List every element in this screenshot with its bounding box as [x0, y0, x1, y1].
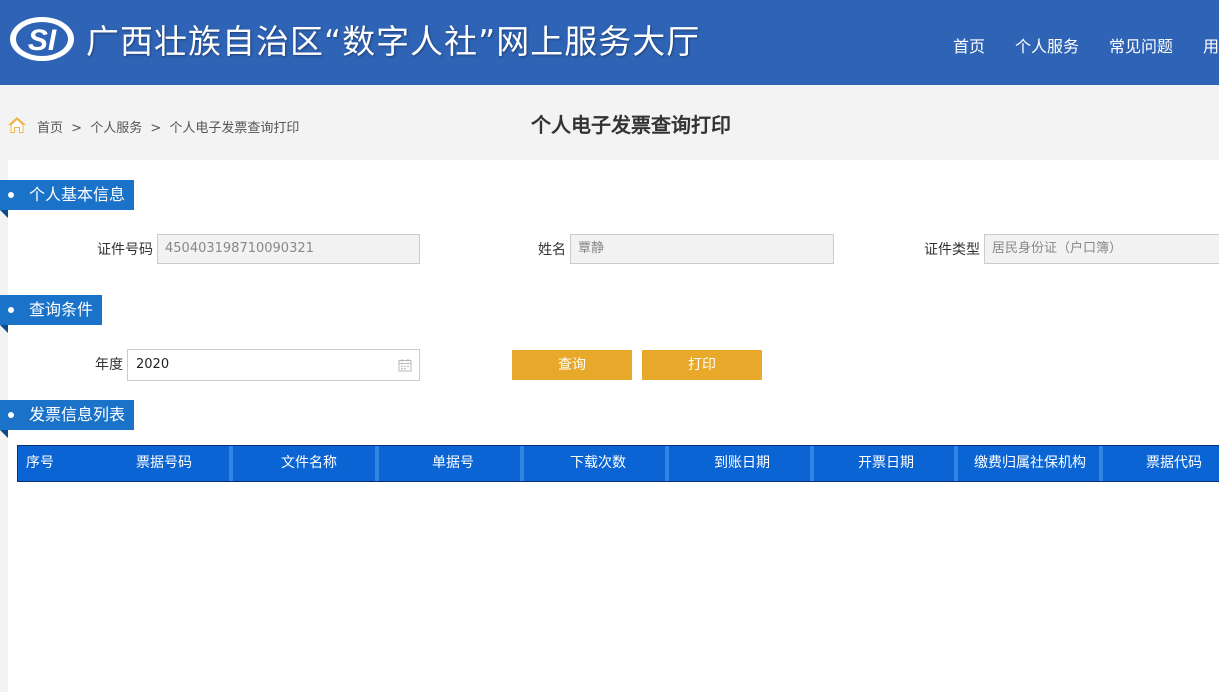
- page-title: 个人电子发票查询打印: [531, 113, 731, 137]
- column-divider: [810, 446, 814, 481]
- section-query-title: 查询条件: [0, 295, 103, 333]
- name-label: 姓名: [538, 242, 566, 258]
- id-number-label: 证件号码: [97, 242, 153, 258]
- column-header-document-number[interactable]: 单据号: [432, 446, 474, 481]
- column-divider: [954, 446, 958, 481]
- section-invoice-list-title: 发票信息列表: [0, 400, 135, 438]
- nav-user[interactable]: 用: [1203, 36, 1219, 58]
- column-divider: [520, 446, 524, 481]
- column-header-issue-date[interactable]: 开票日期: [858, 446, 914, 481]
- column-divider: [375, 446, 379, 481]
- column-divider: [1099, 446, 1103, 481]
- id-number-field: 450403198710090321: [157, 234, 420, 264]
- year-value: 2020: [136, 357, 170, 372]
- nav-faq[interactable]: 常见问题: [1109, 36, 1173, 58]
- id-type-field: 居民身份证（户口簿）: [984, 234, 1219, 264]
- year-input[interactable]: 2020: [127, 349, 420, 381]
- column-header-file-name[interactable]: 文件名称: [281, 446, 337, 481]
- column-header-invoice-number[interactable]: 票据号码: [136, 446, 192, 481]
- year-label: 年度: [95, 357, 123, 373]
- id-type-label: 证件类型: [924, 242, 980, 258]
- invoice-table-header: 序号 票据号码 文件名称 单据号 下载次数 到账日期 开票日期 缴费归属社保机构…: [17, 445, 1219, 482]
- column-header-arrival-date[interactable]: 到账日期: [714, 446, 770, 481]
- column-header-index[interactable]: 序号: [26, 446, 54, 481]
- column-divider: [229, 446, 233, 481]
- print-button[interactable]: 打印: [642, 350, 762, 380]
- column-header-invoice-code[interactable]: 票据代码: [1146, 446, 1202, 481]
- name-field: 覃静: [570, 234, 834, 264]
- column-header-download-count[interactable]: 下载次数: [570, 446, 626, 481]
- site-header: SI 广西壮族自治区“数字人社”网上服务大厅 首页 个人服务 常见问题 用: [0, 0, 1219, 85]
- section-basic-info-title: 个人基本信息: [0, 180, 135, 218]
- nav-personal-service[interactable]: 个人服务: [1015, 36, 1079, 58]
- column-header-social-security-agency[interactable]: 缴费归属社保机构: [974, 446, 1086, 481]
- nav-home[interactable]: 首页: [953, 36, 985, 58]
- calendar-icon[interactable]: [398, 358, 412, 372]
- column-divider: [665, 446, 669, 481]
- si-logo-icon[interactable]: SI: [8, 14, 76, 64]
- query-button[interactable]: 查询: [512, 350, 632, 380]
- logo-text: SI: [28, 24, 57, 57]
- site-title: 广西壮族自治区“数字人社”网上服务大厅: [86, 22, 701, 61]
